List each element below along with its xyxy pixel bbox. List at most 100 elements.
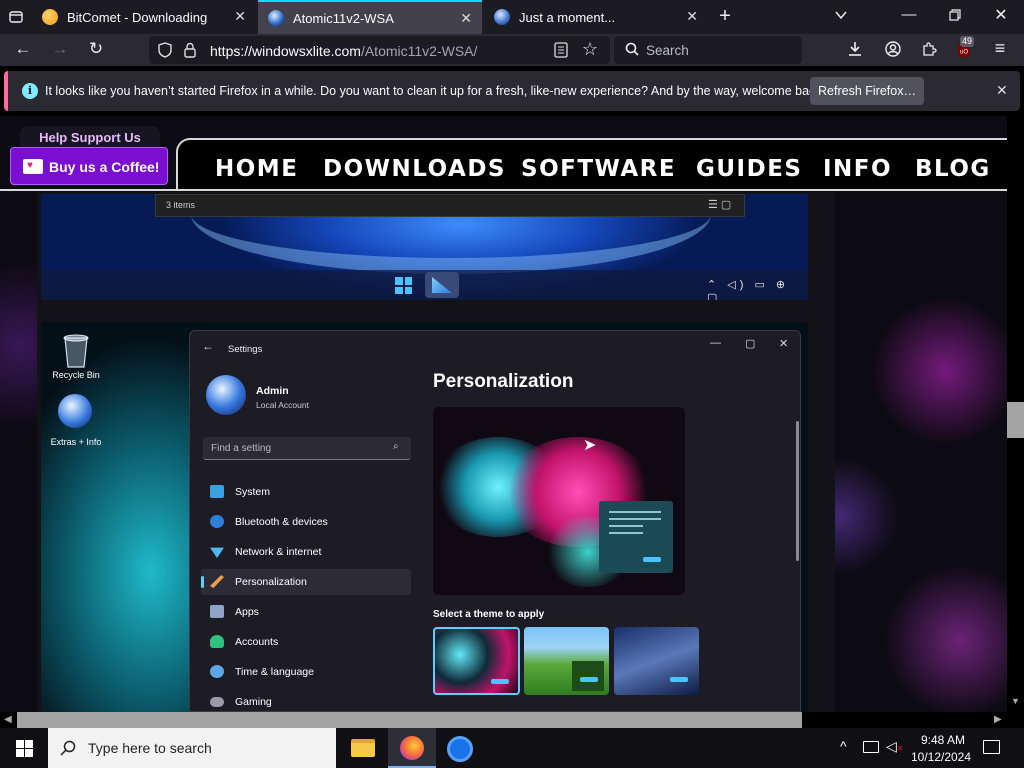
reader-view-icon[interactable]	[553, 42, 569, 62]
clock-date[interactable]: 10/12/2024	[910, 750, 972, 764]
nav-info[interactable]: INFO	[823, 156, 892, 182]
search-field[interactable]: Search	[614, 36, 802, 64]
buy-coffee-button[interactable]: ♥ Buy us a Coffee!	[10, 147, 168, 185]
background-glow	[870, 296, 1007, 446]
close-notification-icon[interactable]: ✕	[996, 82, 1008, 99]
coffee-label: Buy us a Coffee!	[49, 159, 160, 175]
settings-nav-apps[interactable]: Apps	[201, 599, 411, 625]
taskbar-search-placeholder: Type here to search	[88, 740, 212, 756]
reload-icon[interactable]: ↻	[87, 40, 105, 57]
account-icon[interactable]	[884, 41, 902, 61]
scroll-down-arrow-icon[interactable]: ▼	[1011, 696, 1020, 706]
scroll-right-arrow-icon[interactable]: ▶	[994, 714, 1002, 725]
clock-time[interactable]: 9:48 AM	[914, 733, 972, 747]
settings-app-icon[interactable]	[425, 272, 459, 298]
screenshot-settings: Recycle Bin Extras + Info ← Settings — ▢…	[41, 322, 808, 712]
close-tab-icon[interactable]: ✕	[234, 9, 246, 23]
shield-icon[interactable]	[157, 42, 173, 62]
show-hidden-icons-icon[interactable]: ^	[840, 738, 847, 754]
svg-text:uO: uO	[960, 50, 968, 56]
ublock-badge: 49	[960, 36, 975, 47]
firefox-taskbar-icon[interactable]	[388, 728, 436, 768]
coffee-cup-icon: ♥	[23, 159, 43, 174]
back-icon[interactable]: ←	[14, 40, 32, 57]
user-name: Admin	[256, 385, 289, 397]
help-support-tab[interactable]: Help Support Us	[20, 126, 160, 148]
menu-icon[interactable]: ≡	[991, 39, 1009, 57]
app-taskbar-icon[interactable]	[447, 736, 473, 762]
nav-home[interactable]: HOME	[215, 156, 298, 182]
taskbar-search-box[interactable]: Type here to search	[48, 728, 336, 768]
tab-just-a-moment[interactable]: Just a moment... ✕	[484, 0, 708, 34]
tab-title: Just a moment...	[519, 9, 616, 25]
view-toggle-icon[interactable]: ☰ ▢	[708, 198, 731, 211]
extras-info-icon[interactable]	[58, 394, 92, 428]
settings-scrollbar[interactable]	[796, 421, 799, 561]
windows-taskbar: Type here to search ^ ◁✕ 9:48 AM 10/12/2…	[0, 728, 1024, 768]
forward-icon: →	[51, 39, 69, 58]
nav-blog[interactable]: BLOG	[915, 156, 991, 182]
preview-window-mock	[599, 501, 673, 573]
settings-nav-time-language[interactable]: Time & language	[201, 659, 411, 685]
lock-icon[interactable]	[183, 42, 197, 62]
volume-muted-icon[interactable]: ◁✕	[886, 738, 903, 755]
tab-title: BitComet - Downloading	[67, 9, 208, 25]
settings-nav-bluetooth[interactable]: Bluetooth & devices	[201, 509, 411, 535]
window-close-icon[interactable]: ✕	[779, 337, 788, 350]
restore-icon[interactable]	[946, 9, 964, 25]
window-minimize-icon[interactable]: —	[710, 337, 721, 349]
extensions-puzzle-icon[interactable]	[920, 41, 938, 61]
notifications-icon[interactable]	[983, 740, 1000, 754]
new-tab-icon[interactable]: +	[716, 6, 734, 26]
window-maximize-icon[interactable]: ▢	[745, 337, 755, 350]
vertical-scrollbar[interactable]: ▼	[1007, 116, 1024, 712]
settings-nav-system[interactable]: System	[201, 479, 411, 505]
settings-nav-gaming[interactable]: Gaming	[201, 689, 411, 712]
settings-nav-network[interactable]: Network & internet	[201, 539, 411, 565]
refresh-firefox-button[interactable]: Refresh Firefox…	[810, 77, 924, 105]
theme-option-bliss[interactable]	[524, 627, 609, 695]
person-icon	[210, 635, 224, 648]
start-icon[interactable]	[395, 277, 412, 294]
nav-software[interactable]: SOFTWARE	[521, 156, 676, 182]
bluetooth-icon	[210, 515, 224, 528]
close-tab-icon[interactable]: ✕	[460, 11, 472, 25]
hscroll-thumb[interactable]	[17, 712, 802, 728]
mouse-cursor-icon: ➤	[583, 437, 597, 454]
brush-icon	[210, 575, 224, 588]
user-avatar	[206, 375, 246, 415]
tab-atomic[interactable]: Atomic11v2-WSA ✕	[258, 0, 482, 34]
tab-bitcomet[interactable]: BitComet - Downloading ✕	[32, 0, 256, 34]
navigation-toolbar: ← → ↻ https://windowsxlite.com/Atomic11v…	[0, 34, 1024, 66]
nav-downloads[interactable]: DOWNLOADS	[323, 156, 506, 182]
controller-icon	[210, 697, 224, 707]
scroll-thumb[interactable]	[1007, 402, 1024, 438]
list-all-tabs-icon[interactable]	[832, 8, 850, 26]
close-window-icon[interactable]: ✕	[992, 8, 1010, 24]
horizontal-scrollbar[interactable]: ◀ ▶	[0, 712, 1024, 728]
bookmark-star-icon[interactable]: ☆	[581, 40, 599, 58]
nav-guides[interactable]: GUIDES	[696, 156, 802, 182]
windows-start-icon[interactable]	[16, 740, 33, 757]
scroll-left-arrow-icon[interactable]: ◀	[4, 714, 12, 725]
downloads-icon[interactable]	[846, 41, 864, 61]
tab-list-icon[interactable]	[8, 9, 24, 25]
explorer-item-count: 3 items	[166, 200, 196, 210]
page-content: 3 items ☰ ▢ ⌃ ◁) ▭ ⊕ ▢ Recycle Bin Extra…	[0, 116, 1007, 712]
theme-option-dunes[interactable]	[614, 627, 699, 695]
theme-option-glow[interactable]	[433, 627, 520, 695]
file-explorer-icon[interactable]	[351, 739, 375, 757]
header-divider	[0, 189, 1007, 191]
settings-nav-personalization[interactable]: Personalization	[201, 569, 411, 595]
url-bar[interactable]: https://windowsxlite.com/Atomic11v2-WSA/…	[149, 36, 610, 64]
screenshot-desktop-top: 3 items ☰ ▢ ⌃ ◁) ▭ ⊕ ▢	[41, 194, 808, 300]
settings-back-icon[interactable]: ←	[202, 339, 214, 353]
network-icon[interactable]	[863, 741, 879, 753]
recycle-bin-icon[interactable]	[59, 330, 93, 368]
find-setting-input[interactable]: Find a setting ⌕	[203, 437, 411, 460]
close-tab-icon[interactable]: ✕	[686, 9, 698, 23]
desktop-taskbar: ⌃ ◁) ▭ ⊕ ▢	[41, 270, 808, 300]
minimize-icon[interactable]: —	[900, 7, 918, 23]
settings-nav-accounts[interactable]: Accounts	[201, 629, 411, 655]
theme-preview	[433, 407, 685, 595]
